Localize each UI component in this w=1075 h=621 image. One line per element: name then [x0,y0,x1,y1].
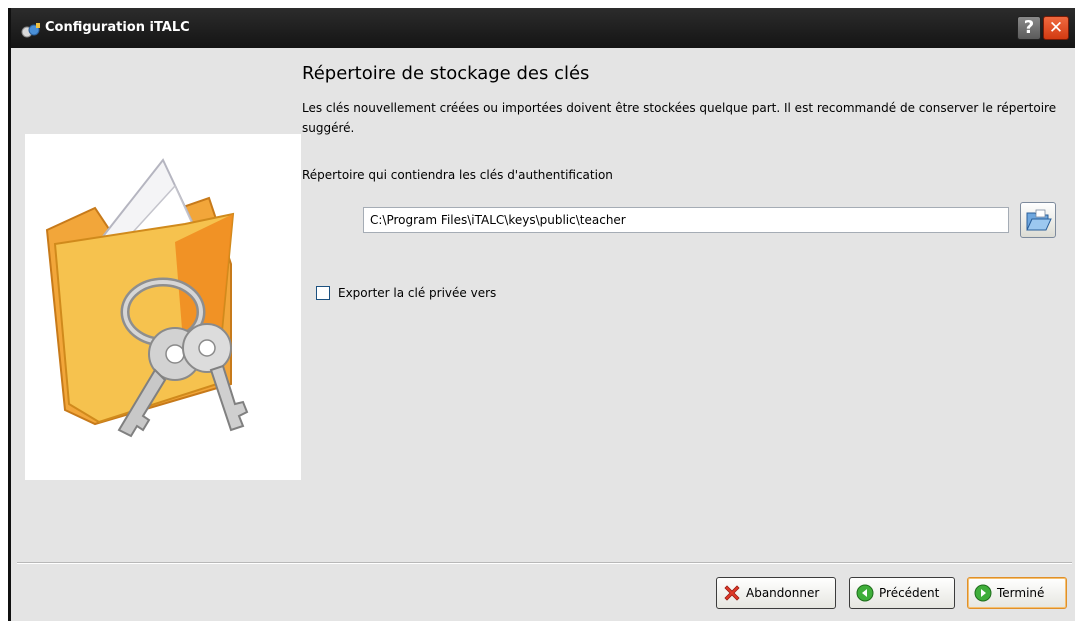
previous-button[interactable]: Précédent [849,577,955,609]
green-right-arrow-icon [974,584,992,602]
export-private-key-option[interactable]: Exporter la clé privée vers [316,285,496,301]
separator [17,562,1072,564]
cancel-button-label: Abandonner [746,586,820,600]
directory-input[interactable]: C:\Program Files\iTALC\keys\public\teach… [363,207,1009,233]
open-folder-icon [1026,209,1052,231]
finish-button[interactable]: Terminé [967,577,1067,609]
browse-folder-button[interactable] [1020,202,1056,238]
previous-button-label: Précédent [879,586,940,600]
page-title: Répertoire de stockage des clés [302,63,590,84]
red-x-icon [724,585,740,601]
page-description: Les clés nouvellement créées ou importée… [302,101,1057,135]
italc-app-icon [21,23,40,38]
cancel-button[interactable]: Abandonner [716,577,836,609]
export-private-key-checkbox[interactable] [316,286,330,300]
wizard-window: Configuration iTALC ? ✕ Répertoire de st… [8,8,1075,621]
directory-label: Répertoire qui contiendra les clés d'aut… [302,168,613,182]
title-bar[interactable]: Configuration iTALC ? ✕ [11,8,1075,48]
finish-button-label: Terminé [997,586,1045,600]
green-left-arrow-icon [856,584,874,602]
help-button[interactable]: ? [1017,16,1041,40]
window-title: Configuration iTALC [45,20,190,35]
folder-keys-icon [25,134,301,480]
export-private-key-label: Exporter la clé privée vers [338,286,497,300]
close-button[interactable]: ✕ [1043,16,1069,40]
